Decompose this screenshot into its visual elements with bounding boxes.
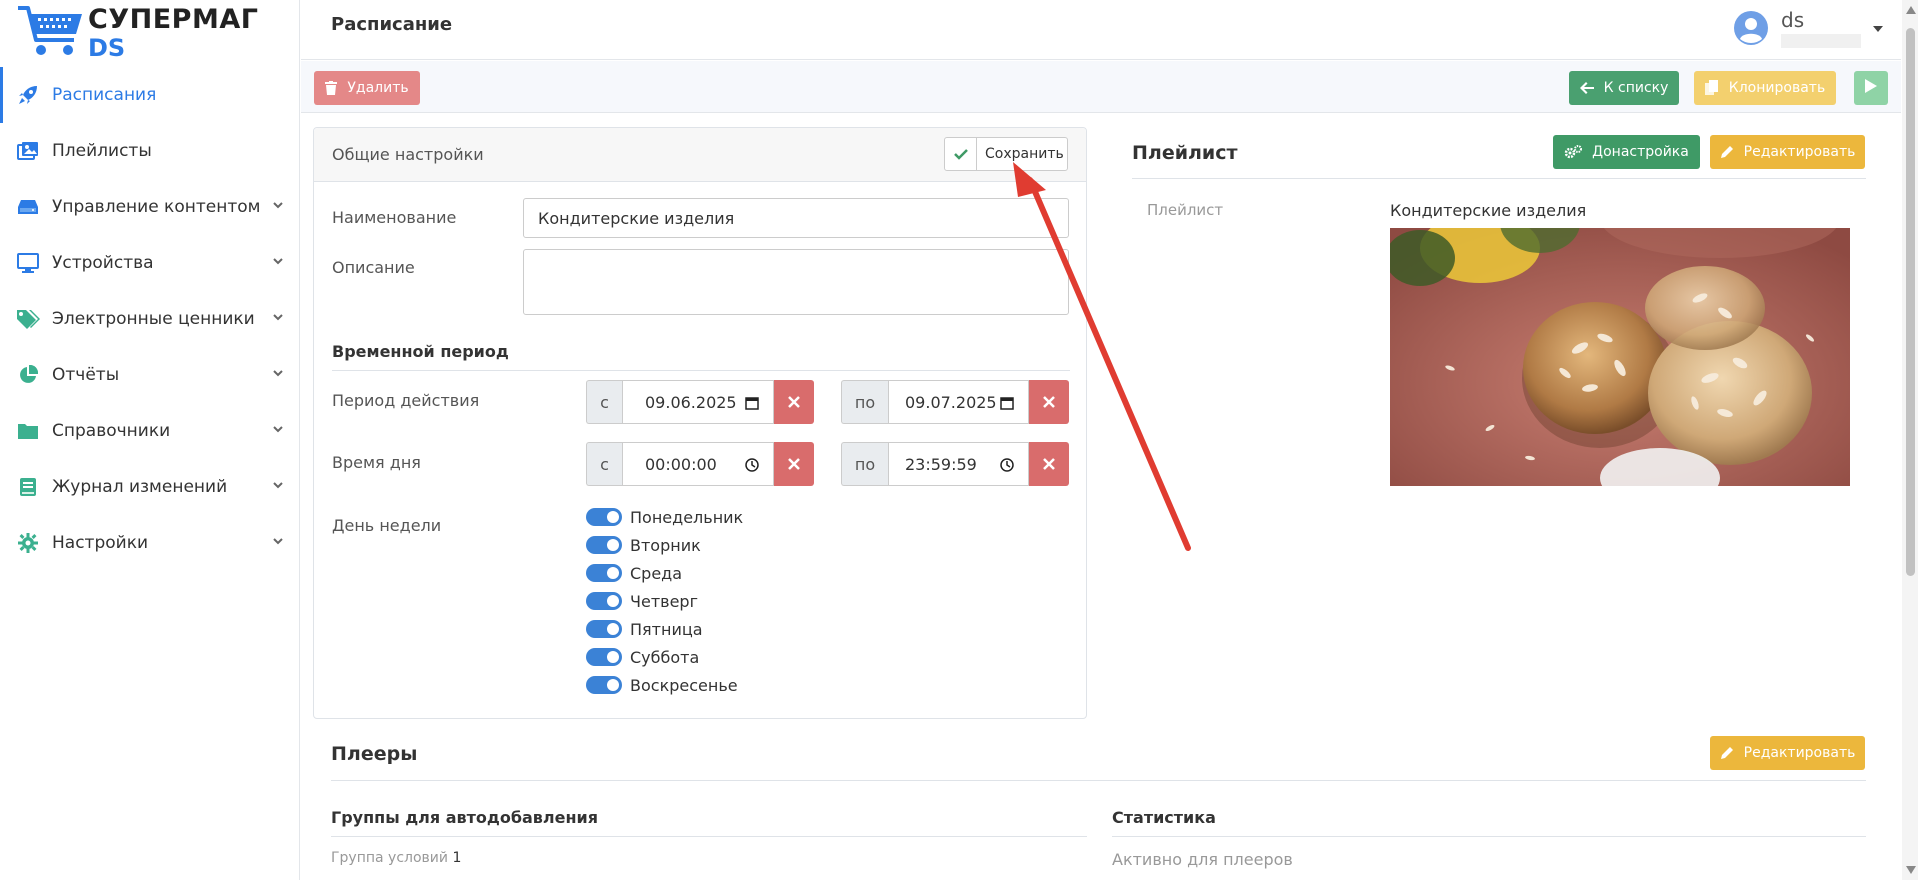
annotation-arrow [1013, 162, 1191, 551]
